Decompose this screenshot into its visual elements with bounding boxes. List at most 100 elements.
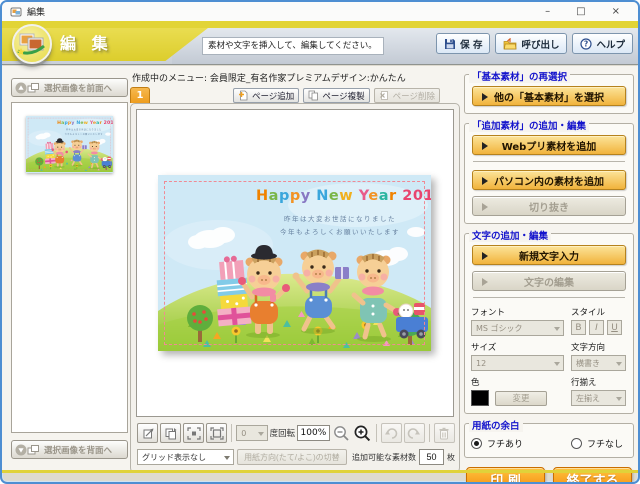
maximize-button[interactable]: □ xyxy=(576,2,585,21)
align-select: 左揃え xyxy=(571,390,626,406)
add-pc-material-button[interactable]: パソコン内の素材を追加 xyxy=(472,170,626,190)
redo-button xyxy=(404,423,425,443)
chevron-down-icon xyxy=(258,432,264,436)
new-text-input-button[interactable]: 新規文字入力 xyxy=(472,245,626,265)
delete-page-button: ページ削除 xyxy=(374,88,440,103)
paper-orientation-button: 用紙方向(たて/よこ)の切替 xyxy=(237,449,347,465)
rotation-select: 0 xyxy=(236,425,267,441)
grid-display-select[interactable]: グリッド表示なし xyxy=(137,449,234,465)
app-icon xyxy=(10,6,22,18)
text-color-swatch xyxy=(471,390,489,406)
content-area: 選択画像を前面へ xyxy=(2,66,638,470)
section-title: 「追加素材」の追加・編集 xyxy=(469,118,589,132)
minimize-button[interactable]: – xyxy=(545,2,550,21)
move-image-front-button[interactable]: 選択画像を前面へ xyxy=(11,78,128,97)
rotate-left-button[interactable] xyxy=(137,423,158,443)
card-greeting: 昨年は大変お世話になりました 今年もよろしくお願いいたします xyxy=(256,213,424,239)
load-icon xyxy=(503,38,517,50)
scale-down-icon xyxy=(187,427,201,440)
radio-unselected-icon xyxy=(571,438,582,449)
footer-accent-bar xyxy=(2,470,638,473)
up-arrow-layers-icon xyxy=(15,82,41,94)
add-page-icon xyxy=(238,90,249,101)
style-label: スタイル xyxy=(571,306,626,318)
close-button[interactable]: × xyxy=(612,2,620,21)
move-image-back-button[interactable]: 選択画像を背面へ xyxy=(11,440,128,459)
help-icon: ? xyxy=(580,38,592,50)
delete-page-icon xyxy=(379,90,390,101)
triangle-icon xyxy=(482,252,488,260)
duplicate-page-button[interactable]: ページ複製 xyxy=(303,88,369,103)
app-window: 編集 – □ × 編 集 素材や文字を挿入して、編集してください。 保 存 呼び… xyxy=(0,0,640,484)
zoom-in-icon xyxy=(354,425,371,442)
down-arrow-layers-icon xyxy=(15,444,41,456)
duplicate-page-icon xyxy=(308,90,319,101)
canvas-page[interactable]: Happy New Year 2019 昨年は大変お世話になりました 今年もよろ… xyxy=(136,109,454,417)
select-other-basic-material-button[interactable]: 他の「基本素材」を選択 xyxy=(472,86,626,106)
rotation-label: 度回転 xyxy=(270,427,296,439)
text-direction-select: 横書き xyxy=(571,355,626,371)
page-tab-1[interactable]: 1 xyxy=(130,87,150,103)
scale-up-icon xyxy=(210,427,224,440)
scale-up-button[interactable] xyxy=(206,423,227,443)
rotate-right-icon xyxy=(164,427,178,440)
divider xyxy=(473,161,625,162)
chevron-down-icon xyxy=(616,397,622,401)
italic-button: I xyxy=(589,320,604,335)
scale-down-button[interactable] xyxy=(183,423,204,443)
basic-material-section: 「基本素材」の再選択 他の「基本素材」を選択 xyxy=(464,74,634,114)
page-title: 編 集 xyxy=(60,30,113,54)
redo-icon xyxy=(407,427,421,439)
postcard[interactable]: Happy New Year 2019 昨年は大変お世話になりました 今年もよろ… xyxy=(158,175,431,351)
materials-label: 追加可能な素材数 xyxy=(352,452,416,463)
paper-margin-section: 用紙の余白 フチあり フチなし xyxy=(464,423,634,458)
save-button[interactable]: 保 存 xyxy=(436,33,490,54)
right-panel: 「基本素材」の再選択 他の「基本素材」を選択 「追加素材」の追加・編集 Webプ… xyxy=(464,74,634,484)
rotate-left-icon xyxy=(141,427,155,440)
margin-with-radio[interactable]: フチあり xyxy=(471,437,564,450)
underline-button: U xyxy=(607,320,622,335)
save-icon xyxy=(444,38,456,50)
bold-button: B xyxy=(571,320,586,335)
undo-icon xyxy=(384,427,398,439)
header-yellow-strip xyxy=(2,21,638,28)
triangle-icon xyxy=(482,278,488,286)
add-web-material-button[interactable]: Webプリ素材を追加 xyxy=(472,135,626,155)
chevron-down-icon xyxy=(554,327,560,331)
font-label: フォント xyxy=(471,306,564,318)
change-color-button: 変更 xyxy=(495,391,547,406)
additional-material-section: 「追加素材」の追加・編集 Webプリ素材を追加 パソコン内の素材を追加 切り抜き xyxy=(464,123,634,224)
section-title: 「基本素材」の再選択 xyxy=(469,69,570,83)
section-title: 文字の追加・編集 xyxy=(469,228,551,242)
thumbnail-card-preview[interactable]: Happy New Year 2019 昨年は大変お世話になりました 今年もよろ… xyxy=(26,116,113,173)
materials-count-input[interactable] xyxy=(419,449,444,465)
chevron-down-icon xyxy=(616,362,622,366)
materials-unit: 枚 xyxy=(447,452,455,463)
align-label: 行揃え xyxy=(571,376,626,388)
section-title: 用紙の余白 xyxy=(469,418,523,432)
zoom-in-button[interactable] xyxy=(353,423,372,443)
triangle-icon xyxy=(482,203,488,211)
title-bar: 編集 – □ × xyxy=(2,2,638,21)
margin-without-radio[interactable]: フチなし xyxy=(571,437,626,450)
text-section: 文字の追加・編集 新規文字入力 文字の編集 フォント MS ゴシック xyxy=(464,233,634,414)
rotate-right-button[interactable] xyxy=(160,423,181,443)
triangle-icon xyxy=(482,177,488,185)
view-toolbar: グリッド表示なし 用紙方向(たて/よこ)の切替 追加可能な素材数 枚 xyxy=(137,448,455,466)
zoom-level: 100% xyxy=(297,425,330,441)
card-title: Happy New Year 2019 xyxy=(256,188,424,204)
color-label: 色 xyxy=(471,376,564,388)
load-button[interactable]: 呼び出し xyxy=(495,33,567,54)
triangle-icon xyxy=(482,142,488,150)
app-logo-icon xyxy=(12,24,52,64)
svg-text:?: ? xyxy=(584,39,588,48)
edit-toolbar: 0 度回転 100% xyxy=(137,422,455,444)
zoom-out-button[interactable] xyxy=(332,423,351,443)
help-button[interactable]: ? ヘルプ xyxy=(572,33,633,54)
thumbnail-list[interactable]: Happy New Year 2019 昨年は大変お世話になりました 今年もよろ… xyxy=(11,102,128,433)
add-page-button[interactable]: ページ追加 xyxy=(233,88,299,103)
canvas-panel: Happy New Year 2019 昨年は大変お世話になりました 今年もよろ… xyxy=(130,103,460,473)
divider xyxy=(473,297,625,298)
trash-icon xyxy=(438,427,450,440)
edit-text-button: 文字の編集 xyxy=(472,271,626,291)
